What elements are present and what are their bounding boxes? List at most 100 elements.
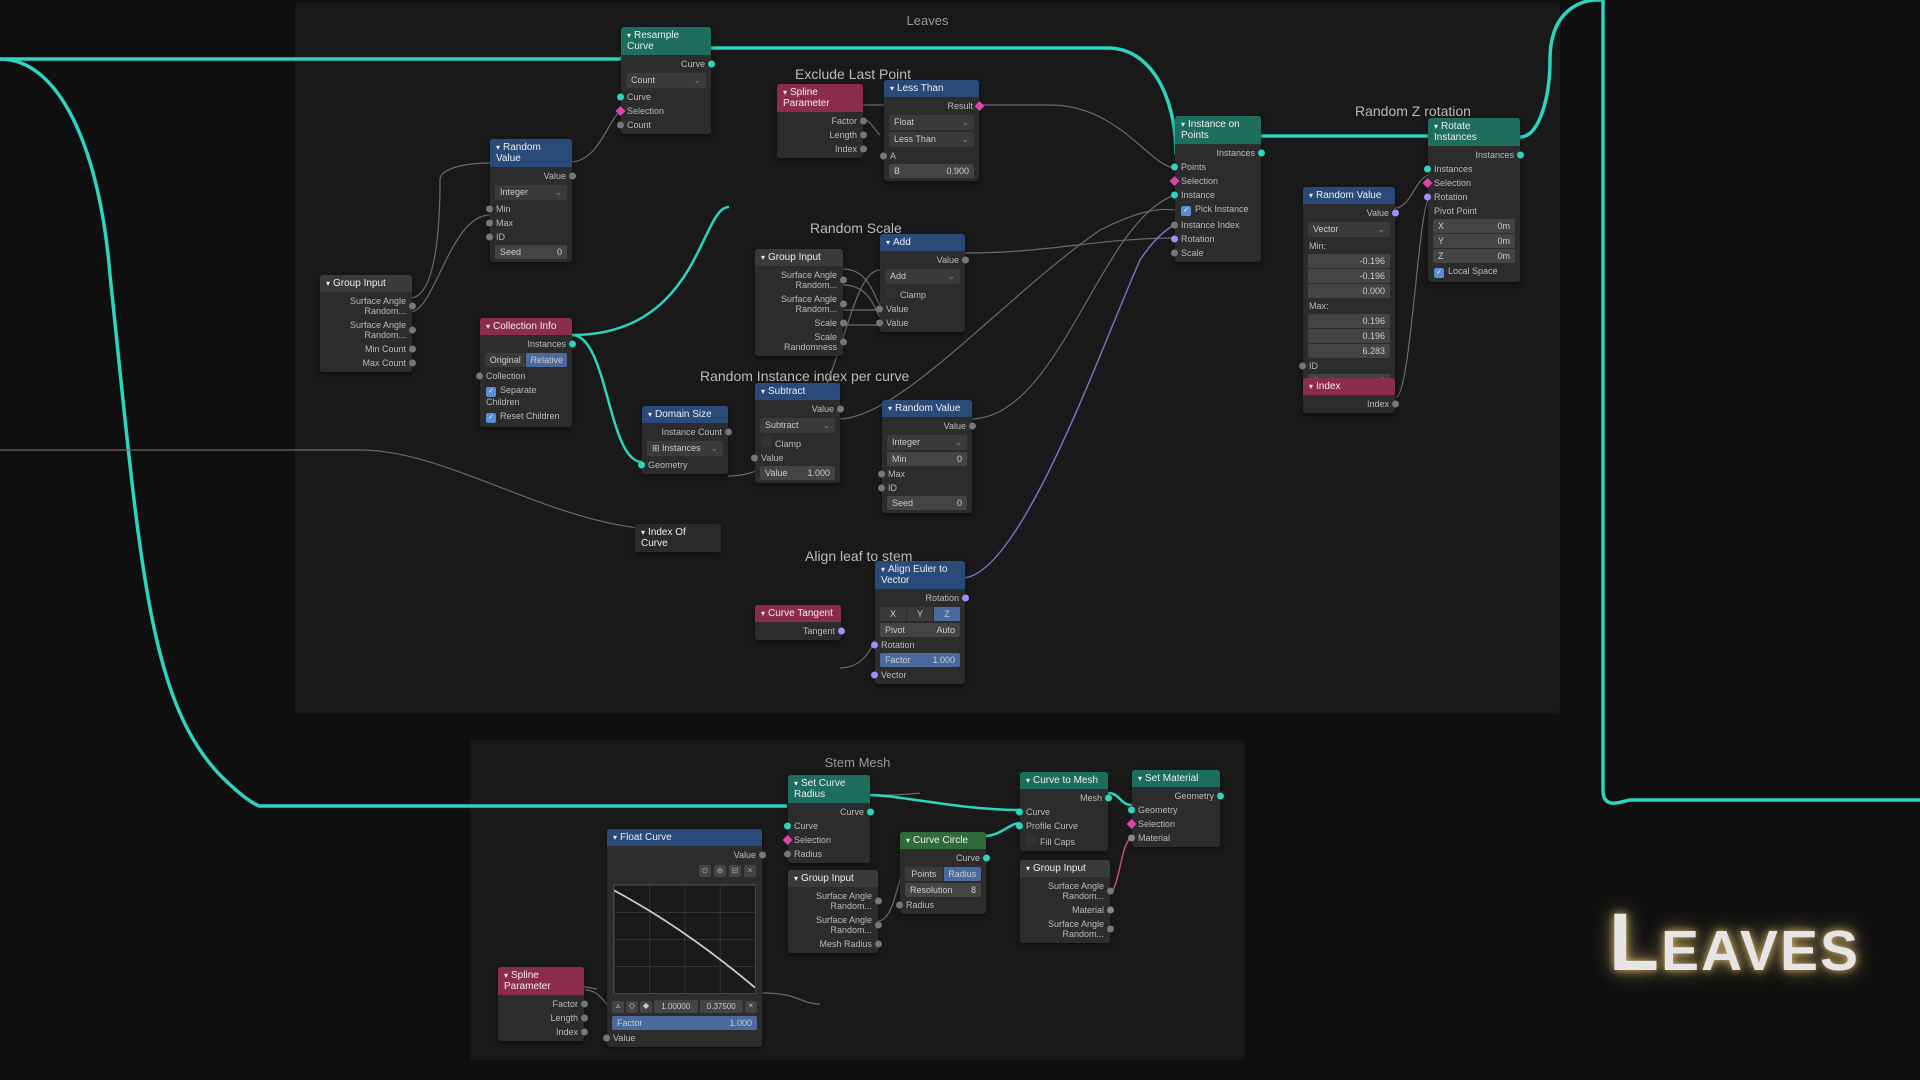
out[interactable]: Value <box>1303 206 1395 220</box>
s[interactable]: Selection <box>788 833 870 847</box>
o1[interactable]: Surface Angle Random... <box>788 889 878 913</box>
inst[interactable]: Instances <box>1428 162 1520 176</box>
type[interactable]: Integer <box>887 435 967 450</box>
in-count[interactable]: Count <box>621 118 711 132</box>
rad[interactable]: Radius <box>900 898 986 912</box>
o2[interactable]: Length <box>777 128 863 142</box>
o2[interactable]: Surface Angle Random... <box>788 913 878 937</box>
in-sel[interactable]: Selection <box>621 104 711 118</box>
o2[interactable]: Length <box>498 1011 584 1025</box>
d1[interactable]: Float <box>889 115 974 130</box>
node-random-value-1[interactable]: Random Value Value Integer Min Max ID Se… <box>490 139 572 262</box>
out[interactable]: Instances <box>480 337 572 351</box>
out[interactable]: Rotation <box>875 591 965 605</box>
min[interactable]: Min0 <box>887 452 967 466</box>
coll[interactable]: Collection <box>480 369 572 383</box>
maxx[interactable]: 0.196 <box>1308 314 1390 328</box>
pz[interactable]: Z0m <box>1433 249 1515 263</box>
out[interactable]: Index <box>1303 397 1395 411</box>
node-random-value-3[interactable]: Random Value Value Vector Min: -0.196 -0… <box>1303 187 1395 391</box>
out[interactable]: Curve <box>900 851 986 865</box>
factor[interactable]: Factor1.000 <box>880 653 960 667</box>
max[interactable]: Max <box>490 216 572 230</box>
val[interactable]: Value <box>607 1031 762 1045</box>
graph-tools[interactable]: ⊙⊕⊟× <box>607 862 762 880</box>
c[interactable]: Curve <box>788 819 870 833</box>
rot[interactable]: Rotation <box>875 638 965 652</box>
sel[interactable]: Selection <box>1428 176 1520 190</box>
out[interactable]: Tangent <box>755 624 841 638</box>
out[interactable]: Instance Count <box>642 425 728 439</box>
minz[interactable]: 0.000 <box>1308 284 1390 298</box>
node-collection-info[interactable]: Collection Info Instances OriginalRelati… <box>480 318 572 427</box>
v1[interactable]: Value <box>755 451 840 465</box>
node-float-curve[interactable]: Float Curve Value ⊙⊕⊟× ▵ ◇ ◆ 1.00000 0.3… <box>607 829 762 1047</box>
node-group-input-2[interactable]: Group Input Surface Angle Random... Surf… <box>755 249 843 356</box>
id[interactable]: ID <box>882 481 972 495</box>
node-random-value-2[interactable]: Random Value Value Integer Min0 Max ID S… <box>882 400 972 513</box>
miny[interactable]: -0.196 <box>1308 269 1390 283</box>
maxz[interactable]: 6.283 <box>1308 344 1390 358</box>
out[interactable]: Value <box>882 419 972 433</box>
seed[interactable]: Seed0 <box>495 245 567 259</box>
out[interactable]: Value <box>490 169 572 183</box>
in-curve[interactable]: Curve <box>621 90 711 104</box>
v2[interactable]: Value <box>880 316 965 330</box>
o3[interactable]: Index <box>777 142 863 156</box>
chk2[interactable]: ✓Reset Children <box>480 409 572 425</box>
out[interactable]: Instances <box>1175 146 1261 160</box>
out[interactable]: Geometry <box>1132 789 1220 803</box>
node-group-input-1[interactable]: Group Input Surface Angle Random... Surf… <box>320 275 412 372</box>
factor[interactable]: Factor1.000 <box>612 1016 757 1030</box>
node-set-material[interactable]: Set Material Geometry Geometry Selection… <box>1132 770 1220 847</box>
mode[interactable]: Count <box>626 73 706 88</box>
node-align-euler[interactable]: Align Euler to Vector Rotation XYZ Pivot… <box>875 561 965 684</box>
node-spline-param-1[interactable]: Spline Parameter Factor Length Index <box>777 84 863 158</box>
node-rotate-instances[interactable]: Rotate Instances Instances Instances Sel… <box>1428 118 1520 282</box>
v1[interactable]: Value <box>880 302 965 316</box>
node-group-input-4[interactable]: Group Input Surface Angle Random... Mate… <box>1020 860 1110 943</box>
maxy[interactable]: 0.196 <box>1308 329 1390 343</box>
out[interactable]: Value <box>607 848 762 862</box>
type[interactable]: Vector <box>1308 222 1390 237</box>
curve-graph[interactable] <box>613 884 756 994</box>
o1[interactable]: Factor <box>498 997 584 1011</box>
o3[interactable]: Scale <box>755 316 843 330</box>
p[interactable]: Profile Curve <box>1020 819 1108 833</box>
py[interactable]: Y0m <box>1433 234 1515 248</box>
pts[interactable]: Points <box>1175 160 1261 174</box>
o4[interactable]: Scale Randomness <box>755 330 843 354</box>
o4[interactable]: Max Count <box>320 356 412 370</box>
node-index-of-curve[interactable]: Index Of Curve <box>635 524 721 552</box>
node-subtract[interactable]: Subtract Value Subtract Clamp Value Valu… <box>755 383 840 483</box>
o2[interactable]: Surface Angle Random... <box>755 292 843 316</box>
out[interactable]: Value <box>880 253 965 267</box>
out[interactable]: Mesh <box>1020 791 1108 805</box>
out[interactable]: Instances <box>1428 148 1520 162</box>
inst[interactable]: Instance <box>1175 188 1261 202</box>
node-curve-circle[interactable]: Curve Circle Curve PointsRadius Resoluti… <box>900 832 986 914</box>
o1[interactable]: Factor <box>777 114 863 128</box>
chk1[interactable]: ✓Separate Children <box>480 383 572 409</box>
min[interactable]: Min <box>490 202 572 216</box>
o3[interactable]: Surface Angle Random... <box>1020 917 1110 941</box>
clamp[interactable]: Clamp <box>880 286 965 302</box>
d2[interactable]: Less Than <box>889 132 974 147</box>
rot[interactable]: Rotation <box>1175 232 1261 246</box>
r[interactable]: Radius <box>788 847 870 861</box>
fill[interactable]: Fill Caps <box>1020 833 1108 849</box>
node-less-than[interactable]: Less Than Result Float Less Than A B0.90… <box>884 80 979 181</box>
g[interactable]: Geometry <box>1132 803 1220 817</box>
out[interactable]: Curve <box>788 805 870 819</box>
scale[interactable]: Scale <box>1175 246 1261 260</box>
op[interactable]: Subtract <box>760 418 835 433</box>
c[interactable]: Curve <box>1020 805 1108 819</box>
o1[interactable]: Surface Angle Random... <box>320 294 412 318</box>
out-curve[interactable]: Curve <box>621 57 711 71</box>
id[interactable]: ID <box>490 230 572 244</box>
local[interactable]: ✓Local Space <box>1428 264 1520 280</box>
node-domain-size[interactable]: Domain Size Instance Count ⊞ Instances G… <box>642 406 728 474</box>
node-set-radius[interactable]: Set Curve Radius Curve Curve Selection R… <box>788 775 870 863</box>
op[interactable]: Add <box>885 269 960 284</box>
o1[interactable]: Surface Angle Random... <box>755 268 843 292</box>
